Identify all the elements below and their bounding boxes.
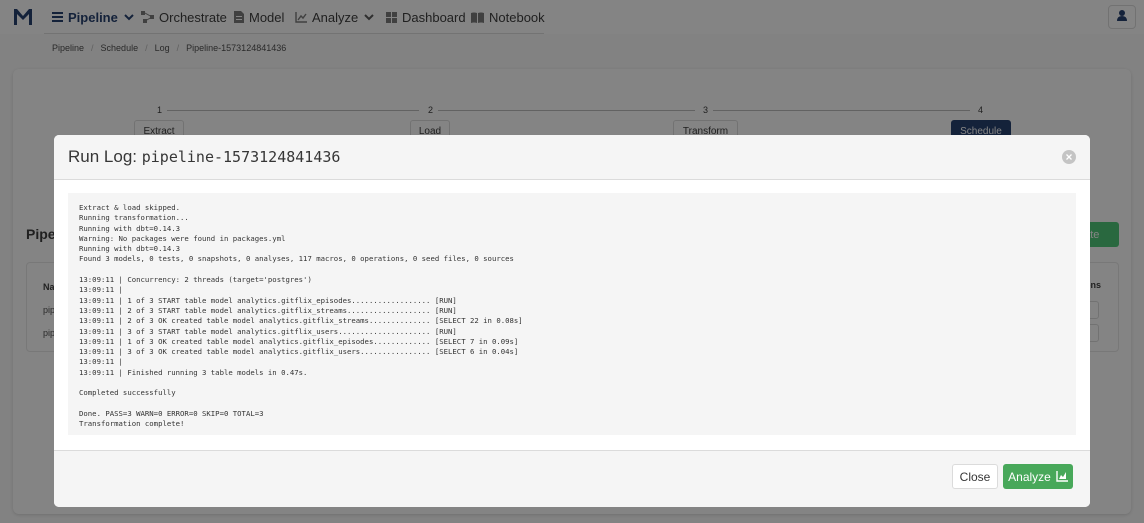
log-line: Transformation complete! (79, 419, 185, 429)
log-line: 13:09:11 | Concurrency: 2 threads (targe… (79, 275, 312, 285)
modal-title: Run Log: pipeline-1573124841436 (68, 147, 340, 167)
log-line: Running transformation... (79, 213, 189, 223)
log-line: 13:09:11 | 3 of 3 OK created table model… (79, 347, 519, 357)
modal-footer: Close Analyze (54, 450, 1090, 507)
log-line: 13:09:11 | (79, 285, 123, 295)
modal-body: Extract & load skipped. Running transform… (54, 180, 1090, 450)
close-button[interactable]: Close (952, 464, 998, 489)
log-line: 13:09:11 | (79, 357, 123, 367)
log-line: Running with dbt=0.14.3 (79, 244, 181, 254)
log-line: 13:09:11 | Finished running 3 table mode… (79, 367, 308, 377)
modal-title-prefix: Run Log: (68, 147, 137, 166)
log-line: 13:09:11 | 1 of 3 OK created table model… (79, 336, 519, 346)
log-line: Extract & load skipped. (79, 203, 181, 212)
analyze-button[interactable]: Analyze (1003, 464, 1073, 489)
log-line: 13:09:11 | 1 of 3 START table model anal… (79, 295, 457, 305)
close-icon[interactable] (1062, 150, 1076, 164)
log-line: 13:09:11 | 2 of 3 OK created table model… (79, 316, 523, 326)
log-line: Warning: No packages were found in packa… (79, 233, 286, 243)
analyze-button-label: Analyze (1008, 469, 1051, 484)
log-line: 13:09:11 | 2 of 3 START table model anal… (79, 305, 457, 315)
run-log-modal: Run Log: pipeline-1573124841436 Extract … (54, 135, 1090, 507)
modal-title-pipeline-name: pipeline-1573124841436 (141, 148, 341, 166)
log-line: Completed successfully (79, 388, 176, 398)
run-log-output[interactable]: Extract & load skipped. Running transform… (68, 193, 1076, 435)
log-line: Found 3 models, 0 tests, 0 snapshots, 0 … (79, 254, 514, 264)
log-line: Running with dbt=0.14.3 (79, 223, 181, 233)
log-line: Done. PASS=3 WARN=0 ERROR=0 SKIP=0 TOTAL… (79, 408, 264, 418)
modal-header: Run Log: pipeline-1573124841436 (54, 135, 1090, 180)
log-line: 13:09:11 | 3 of 3 START table model anal… (79, 326, 457, 336)
chart-area-icon (1056, 471, 1068, 482)
